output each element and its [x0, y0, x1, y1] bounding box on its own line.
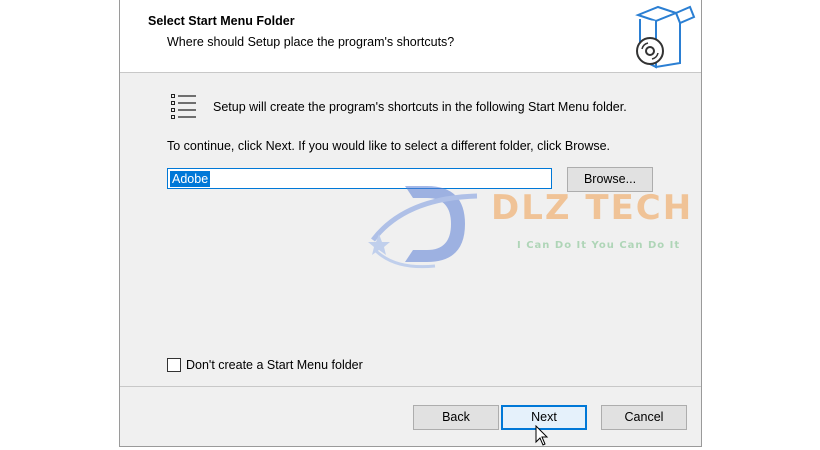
- watermark-slogan: I Can Do It You Can Do It: [517, 240, 681, 251]
- no-start-menu-folder-checkbox[interactable]: [167, 358, 181, 372]
- setup-box-icon: [635, 5, 696, 69]
- page-title: Select Start Menu Folder: [148, 14, 295, 28]
- info-text: Setup will create the program's shortcut…: [213, 100, 627, 114]
- mouse-cursor-icon: [535, 425, 549, 446]
- watermark-brand: DLZ TECH: [491, 188, 694, 228]
- footer-divider: [120, 386, 701, 387]
- dlz-logo-icon: [368, 186, 478, 269]
- wizard-header: Select Start Menu Folder Where should Se…: [120, 0, 701, 73]
- checkbox-label: Don't create a Start Menu folder: [186, 358, 363, 372]
- cancel-button[interactable]: Cancel: [601, 405, 687, 430]
- back-button[interactable]: Back: [413, 405, 499, 430]
- start-menu-list-icon: [171, 94, 196, 119]
- page-subtitle: Where should Setup place the program's s…: [167, 35, 455, 49]
- setup-wizard-window: Select Start Menu Folder Where should Se…: [119, 0, 702, 447]
- folder-input-value: Adobe: [170, 171, 211, 187]
- continue-instructions: To continue, click Next. If you would li…: [167, 139, 611, 153]
- dlz-tech-watermark: DLZ TECH I Can Do It You Can Do It: [365, 178, 695, 273]
